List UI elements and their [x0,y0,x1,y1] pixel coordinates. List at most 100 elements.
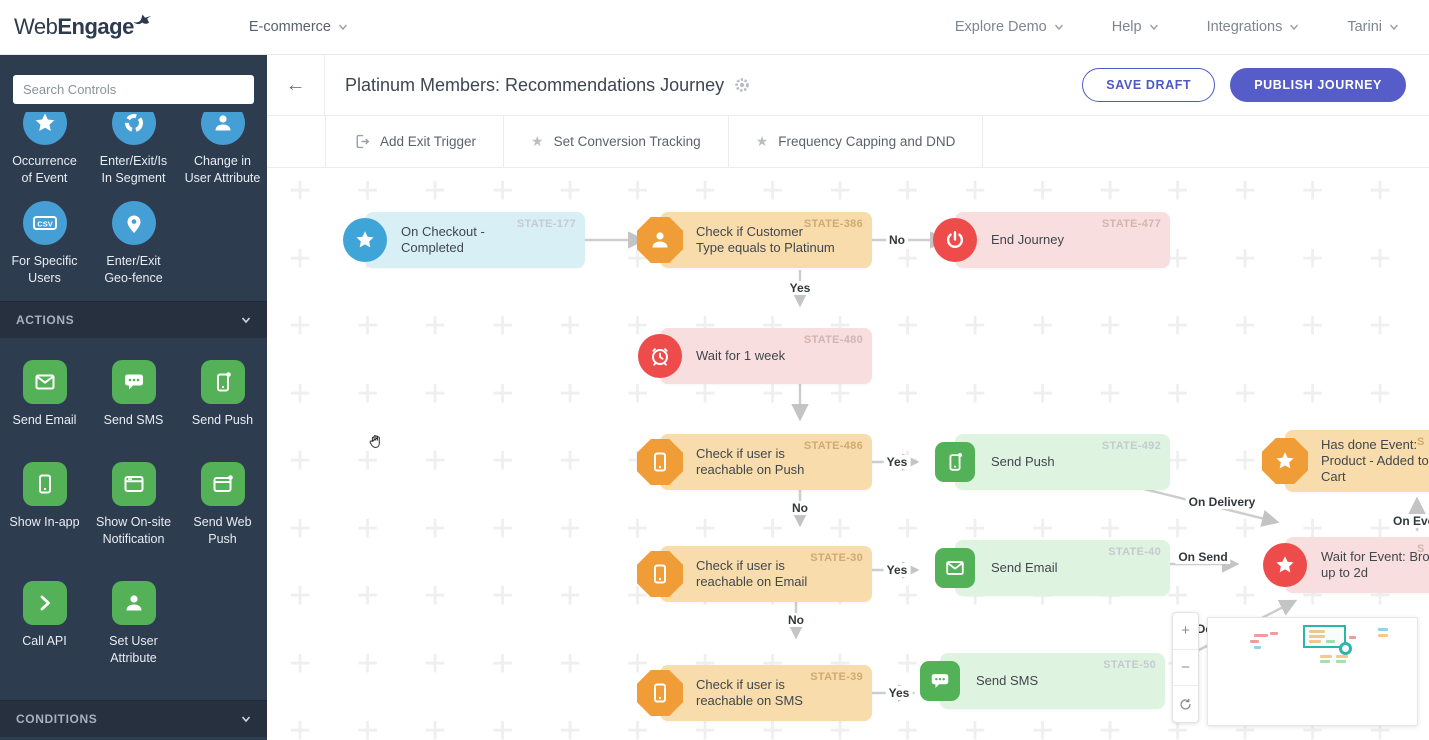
state-badge: STATE-30 [810,552,863,564]
node-check-reachable-sms[interactable]: STATE-39 Check if user is reachable on S… [637,665,872,721]
add-exit-trigger-button[interactable]: Add Exit Trigger [325,116,505,167]
phone-notification-icon [200,360,245,404]
edge-label-yes: Yes [883,563,911,577]
cursor-hand-icon [367,433,385,456]
action-send-sms[interactable]: Send SMS [89,360,178,448]
star-icon [1262,438,1308,484]
set-conversion-tracking-button[interactable]: ★ Set Conversion Tracking [504,116,729,167]
search-controls-wrap [0,55,267,112]
chevron-down-icon [1290,24,1299,31]
node-send-email[interactable]: STATE-40 Send Email [935,540,1170,596]
frequency-capping-dnd-button[interactable]: ★ Frequency Capping and DND [729,116,984,167]
exit-door-icon [356,134,370,149]
minimap-node [1336,655,1348,658]
node-end-journey[interactable]: STATE-477 End Journey [933,212,1170,268]
gear-icon[interactable] [734,77,750,93]
edge-label-on-send: On Send [1175,550,1231,564]
chevron-down-icon [1389,24,1399,31]
reset-zoom-icon [1180,698,1191,710]
node-check-reachable-push[interactable]: STATE-486 Check if user is reachable on … [637,434,872,490]
node-on-checkout-completed[interactable]: STATE-177 On Checkout - Completed [343,212,585,268]
node-wait-for-event-browse[interactable]: S Wait for Event: Browse up to 2d [1263,537,1429,593]
geo-pin-icon [111,201,156,245]
triggers-panel: Occurrence of Event Enter/Exit/Is In Seg… [0,112,267,301]
state-badge: STATE-39 [810,671,863,683]
state-badge: STATE-50 [1103,659,1156,671]
svg-text:CSV: CSV [37,220,52,229]
action-send-push[interactable]: Send Push [178,360,267,448]
user-icon [111,581,156,625]
chevron-down-icon [241,716,251,723]
minimap-node [1378,634,1388,637]
minimap[interactable] [1207,617,1418,726]
journey-toolbar: Add Exit Trigger ★ Set Conversion Tracki… [267,116,1429,168]
menu-integrations[interactable]: Integrations [1207,19,1300,35]
user-icon [200,112,245,145]
action-show-onsite-notification[interactable]: Show On-site Notification [89,462,178,567]
chevron-down-icon [1149,24,1158,31]
csv-icon: CSV [22,201,67,245]
minimap-node [1349,636,1356,639]
state-badge: STATE-40 [1108,546,1161,558]
chevron-down-icon [241,317,251,324]
action-show-in-app[interactable]: Show In-app [0,462,89,567]
navbar-right-menus: Explore Demo Help Integrations Tarini [955,19,1429,35]
zoom-in-button[interactable]: + [1173,613,1198,650]
trigger-enter-exit-geofence[interactable]: Enter/Exit Geo-fence [89,201,178,287]
minimap-node [1320,655,1332,658]
menu-help[interactable]: Help [1112,19,1159,35]
edge-label-yes: Yes [786,281,814,295]
trigger-change-user-attribute[interactable]: Change in User Attribute [178,112,267,187]
trigger-for-specific-users[interactable]: CSV For Specific Users [0,201,89,287]
envelope-icon [935,548,975,588]
journey-canvas[interactable]: + + + + + + + + + + + + + + + + + + + + + + + + + + + + + + + + + + + + + + + +… [267,168,1429,740]
chevron-down-icon [338,24,348,31]
webengage-logo[interactable]: WebEngage [14,14,154,40]
star-icon [22,112,67,145]
trigger-occurrence-of-event[interactable]: Occurrence of Event [0,112,89,187]
action-send-email[interactable]: Send Email [0,360,89,448]
zoom-reset-button[interactable] [1173,686,1198,722]
webengage-app: WebEngage E-commerce Explore Demo Help I… [0,0,1429,740]
search-controls-input[interactable] [13,75,254,104]
minimap-node [1254,646,1261,649]
state-badge: STATE-492 [1101,440,1161,452]
node-send-push[interactable]: STATE-492 Send Push [935,434,1170,490]
node-send-sms[interactable]: STATE-50 Send SMS [920,653,1165,709]
edge-label-on-delivery: On Delivery [1185,495,1259,509]
minimap-viewport-handle[interactable] [1339,642,1352,655]
state-badge: STATE-177 [516,218,576,230]
state-badge: STATE-477 [1101,218,1161,230]
action-call-api[interactable]: Call API [0,581,89,686]
edge-label-no: No [886,233,908,247]
state-badge: STATE-480 [803,334,863,346]
state-badge: STATE-486 [803,440,863,452]
power-icon [933,218,977,262]
node-check-customer-type[interactable]: STATE-386 Check if Customer Type equals … [637,212,872,268]
publish-journey-button[interactable]: PUBLISH JOURNEY [1230,68,1406,102]
zoom-out-button[interactable]: − [1173,650,1198,687]
node-wait-1-week[interactable]: STATE-480 Wait for 1 week [638,328,872,384]
menu-explore-demo[interactable]: Explore Demo [955,19,1064,35]
minimap-node [1320,660,1330,663]
section-header-actions[interactable]: ACTIONS [0,301,267,338]
action-set-user-attribute[interactable]: Set User Attribute [89,581,178,686]
back-arrow-icon: ← [285,73,306,96]
project-selector[interactable]: E-commerce [249,19,348,35]
back-button[interactable]: ← [267,55,325,115]
hummingbird-logo-icon [132,10,154,33]
browser-icon [111,462,156,506]
menu-user-account[interactable]: Tarini [1347,19,1399,35]
section-header-conditions[interactable]: CONDITIONS [0,700,267,737]
phone-icon [637,439,683,485]
save-draft-button[interactable]: SAVE DRAFT [1082,68,1216,102]
trigger-enter-exit-segment[interactable]: Enter/Exit/Is In Segment [89,112,178,187]
node-has-done-event-add-to-cart[interactable]: S Has done Event: Product - Added to Car… [1262,430,1429,492]
node-check-reachable-email[interactable]: STATE-30 Check if user is reachable on E… [637,546,872,602]
minimap-node [1254,634,1268,637]
chat-bubble-icon [920,661,960,701]
logo-text-web: Web [14,14,58,39]
action-send-web-push[interactable]: Send Web Push [178,462,267,567]
minimap-node [1336,660,1346,663]
edge-label-no: No [785,613,807,627]
